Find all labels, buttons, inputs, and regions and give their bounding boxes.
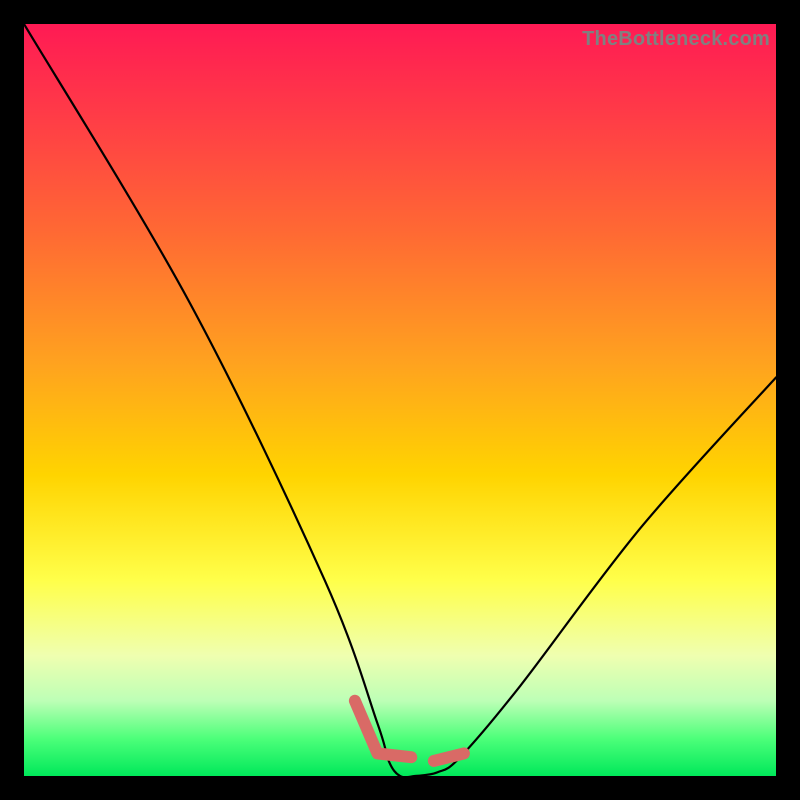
- right-marker-dash: [434, 753, 464, 761]
- main-curve: [24, 24, 776, 776]
- chart-gradient-area: TheBottleneck.com: [24, 24, 776, 776]
- chart-overlay: [24, 24, 776, 776]
- left-marker-dash: [355, 701, 411, 757]
